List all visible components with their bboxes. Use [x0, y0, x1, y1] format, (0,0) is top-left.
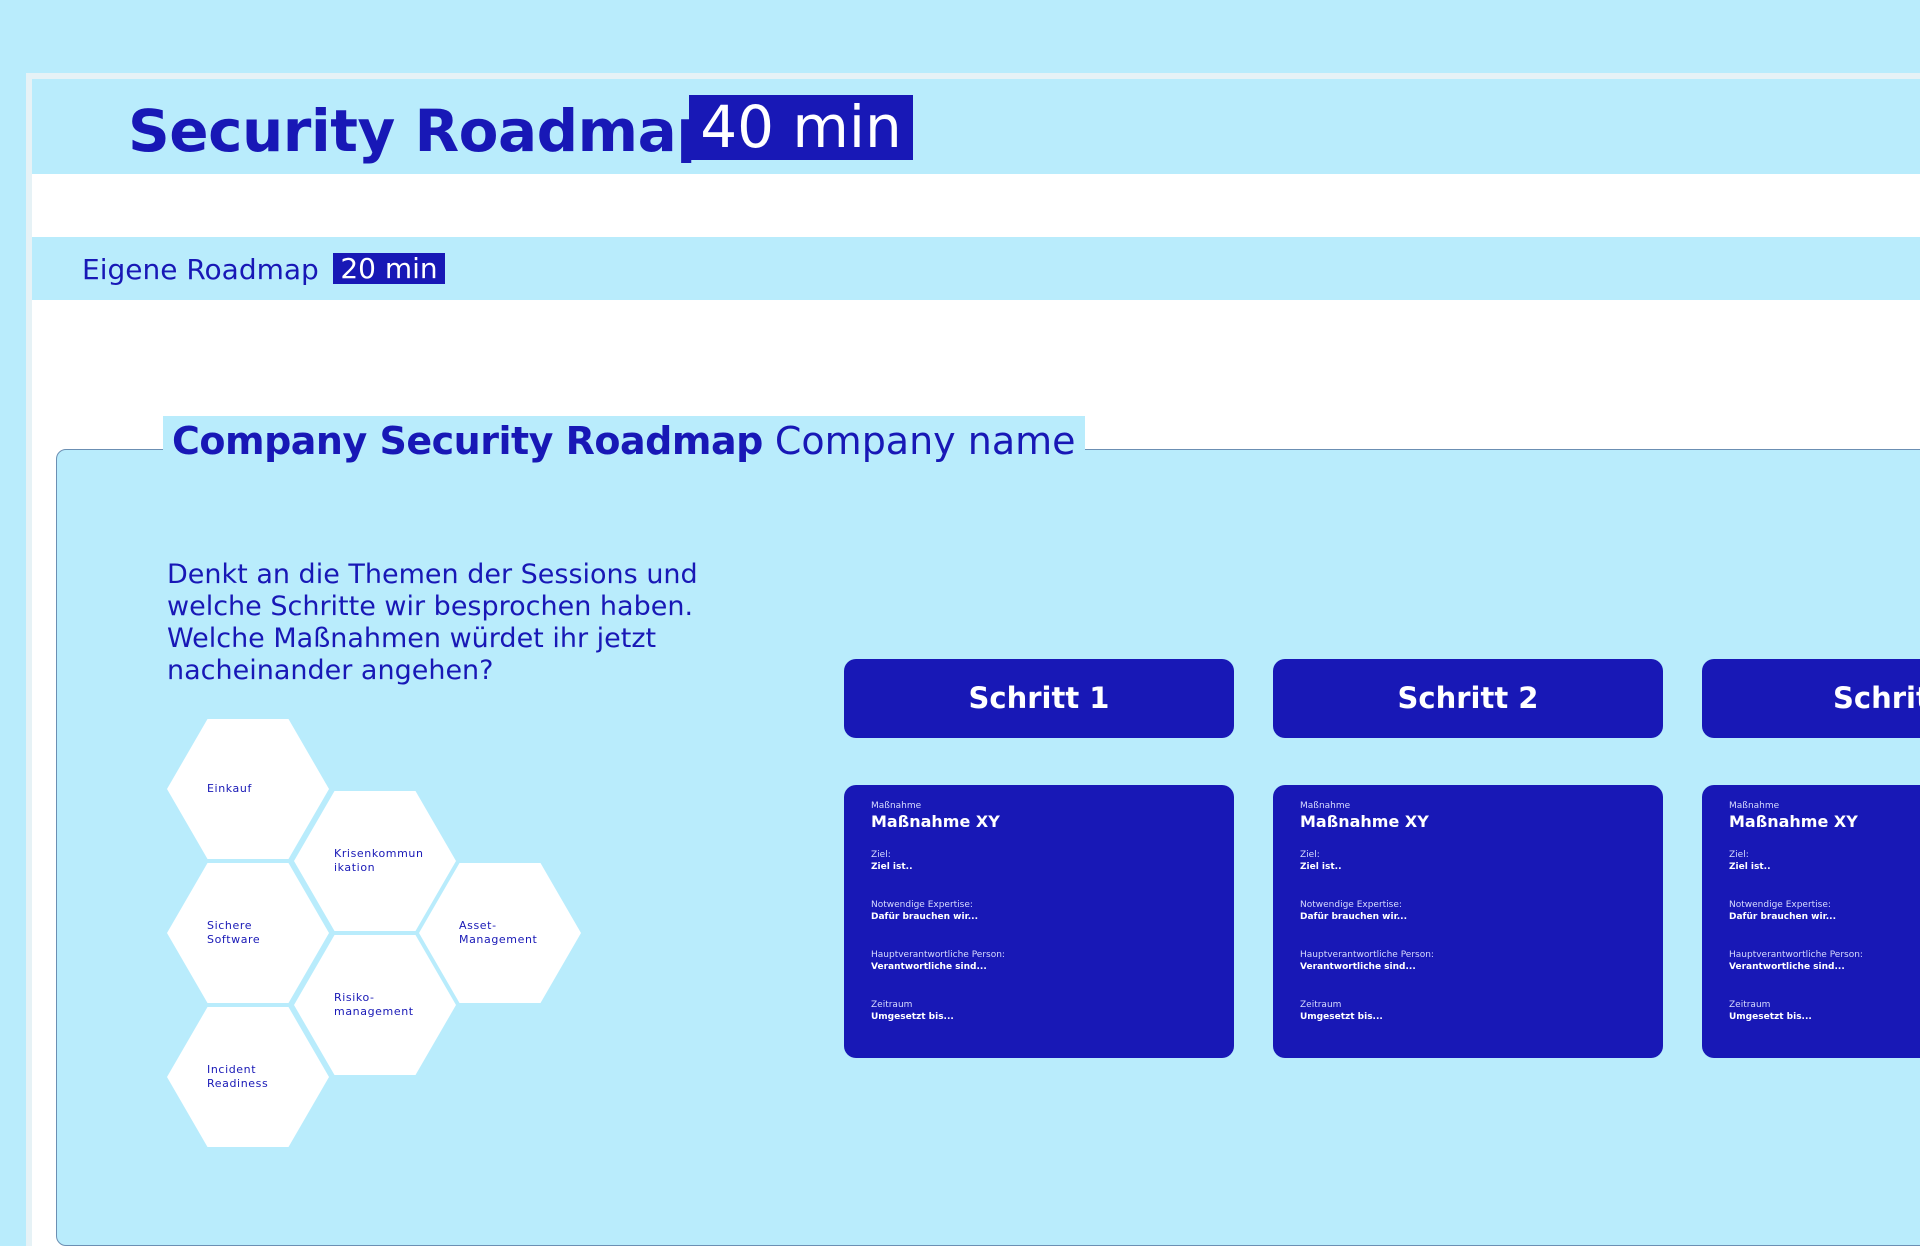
- field-label: Notwendige Expertise:: [1300, 900, 1402, 910]
- field-value[interactable]: Dafür brauchen wir...: [1300, 911, 1663, 923]
- instruction-line: Welche Maßnahmen würdet ihr jetzt: [167, 623, 657, 654]
- card-kicker: Maßnahme: [1729, 801, 1780, 811]
- card-field-expertise: Notwendige Expertise: Dafür brauchen wir…: [1300, 899, 1663, 923]
- card-field-owner: Hauptverantwortliche Person: Verantwortl…: [1300, 949, 1663, 973]
- field-label: Notwendige Expertise:: [1729, 900, 1831, 910]
- field-value[interactable]: Ziel ist..: [1300, 861, 1663, 873]
- card-kicker: Maßnahme: [1300, 801, 1351, 811]
- step-header-1[interactable]: Schritt 1: [844, 659, 1234, 738]
- session-duration-badge: 40 min: [689, 95, 913, 160]
- card-title[interactable]: Maßnahme XY: [871, 812, 1234, 832]
- instruction-text: Denkt an die Themen der Sessions und wel…: [167, 559, 767, 687]
- topic-label: Einkauf: [207, 782, 252, 795]
- field-label: Hauptverantwortliche Person:: [871, 950, 1005, 960]
- instruction-line: welche Schritte wir besprochen haben.: [167, 591, 694, 622]
- card-field-timeframe: Zeitraum Umgesetzt bis...: [1729, 999, 1920, 1023]
- section-duration-badge: 20 min: [333, 253, 445, 284]
- field-value[interactable]: Umgesetzt bis...: [1729, 1011, 1920, 1023]
- card-kicker: Maßnahme: [871, 801, 922, 811]
- field-value[interactable]: Verantwortliche sind...: [1729, 961, 1920, 973]
- step-card-3[interactable]: Maßnahme Maßnahme XY Ziel: Ziel ist.. No…: [1702, 785, 1920, 1058]
- page-title: Security Roadmap: [128, 97, 718, 165]
- field-value[interactable]: Verantwortliche sind...: [871, 961, 1234, 973]
- board-label-title: Company Security Roadmap: [172, 419, 763, 463]
- step-card-1[interactable]: Maßnahme Maßnahme XY Ziel: Ziel ist.. No…: [844, 785, 1234, 1058]
- field-label: Zeitraum: [1729, 1000, 1771, 1010]
- topic-label: Risiko- management: [334, 991, 414, 1018]
- topic-label: Asset- Management: [459, 919, 538, 946]
- step-header-3[interactable]: Schritt: [1702, 659, 1920, 738]
- step-card-2[interactable]: Maßnahme Maßnahme XY Ziel: Ziel ist.. No…: [1273, 785, 1663, 1058]
- topic-label: Krisenkommun ikation: [334, 847, 424, 874]
- field-label: Notwendige Expertise:: [871, 900, 973, 910]
- instruction-line: Denkt an die Themen der Sessions und: [167, 559, 698, 590]
- topic-label: Incident Readiness: [207, 1063, 269, 1090]
- card-field-expertise: Notwendige Expertise: Dafür brauchen wir…: [1729, 899, 1920, 923]
- card-field-goal: Ziel: Ziel ist..: [1729, 849, 1920, 873]
- card-field-goal: Ziel: Ziel ist..: [871, 849, 1234, 873]
- card-title[interactable]: Maßnahme XY: [1729, 812, 1920, 832]
- card-field-timeframe: Zeitraum Umgesetzt bis...: [871, 999, 1234, 1023]
- field-label: Zeitraum: [871, 1000, 913, 1010]
- field-label: Ziel:: [871, 850, 891, 860]
- instruction-line: nacheinander angehen?: [167, 655, 494, 686]
- field-value[interactable]: Verantwortliche sind...: [1300, 961, 1663, 973]
- field-label: Hauptverantwortliche Person:: [1729, 950, 1863, 960]
- card-field-timeframe: Zeitraum Umgesetzt bis...: [1300, 999, 1663, 1023]
- topic-label: Sichere Software: [207, 919, 261, 946]
- field-value[interactable]: Umgesetzt bis...: [871, 1011, 1234, 1023]
- field-value[interactable]: Dafür brauchen wir...: [871, 911, 1234, 923]
- card-field-expertise: Notwendige Expertise: Dafür brauchen wir…: [871, 899, 1234, 923]
- card-title[interactable]: Maßnahme XY: [1300, 812, 1663, 832]
- field-label: Ziel:: [1729, 850, 1749, 860]
- field-value[interactable]: Dafür brauchen wir...: [1729, 911, 1920, 923]
- board-label: Company Security Roadmap Company name: [163, 416, 1085, 466]
- card-field-goal: Ziel: Ziel ist..: [1300, 849, 1663, 873]
- field-value[interactable]: Ziel ist..: [871, 861, 1234, 873]
- step-header-2[interactable]: Schritt 2: [1273, 659, 1663, 738]
- board-label-company[interactable]: Company name: [775, 419, 1076, 463]
- field-value[interactable]: Ziel ist..: [1729, 861, 1920, 873]
- card-field-owner: Hauptverantwortliche Person: Verantwortl…: [1729, 949, 1920, 973]
- field-label: Ziel:: [1300, 850, 1320, 860]
- field-label: Zeitraum: [1300, 1000, 1342, 1010]
- field-label: Hauptverantwortliche Person:: [1300, 950, 1434, 960]
- field-value[interactable]: Umgesetzt bis...: [1300, 1011, 1663, 1023]
- card-field-owner: Hauptverantwortliche Person: Verantwortl…: [871, 949, 1234, 973]
- section-title: Eigene Roadmap: [82, 253, 319, 286]
